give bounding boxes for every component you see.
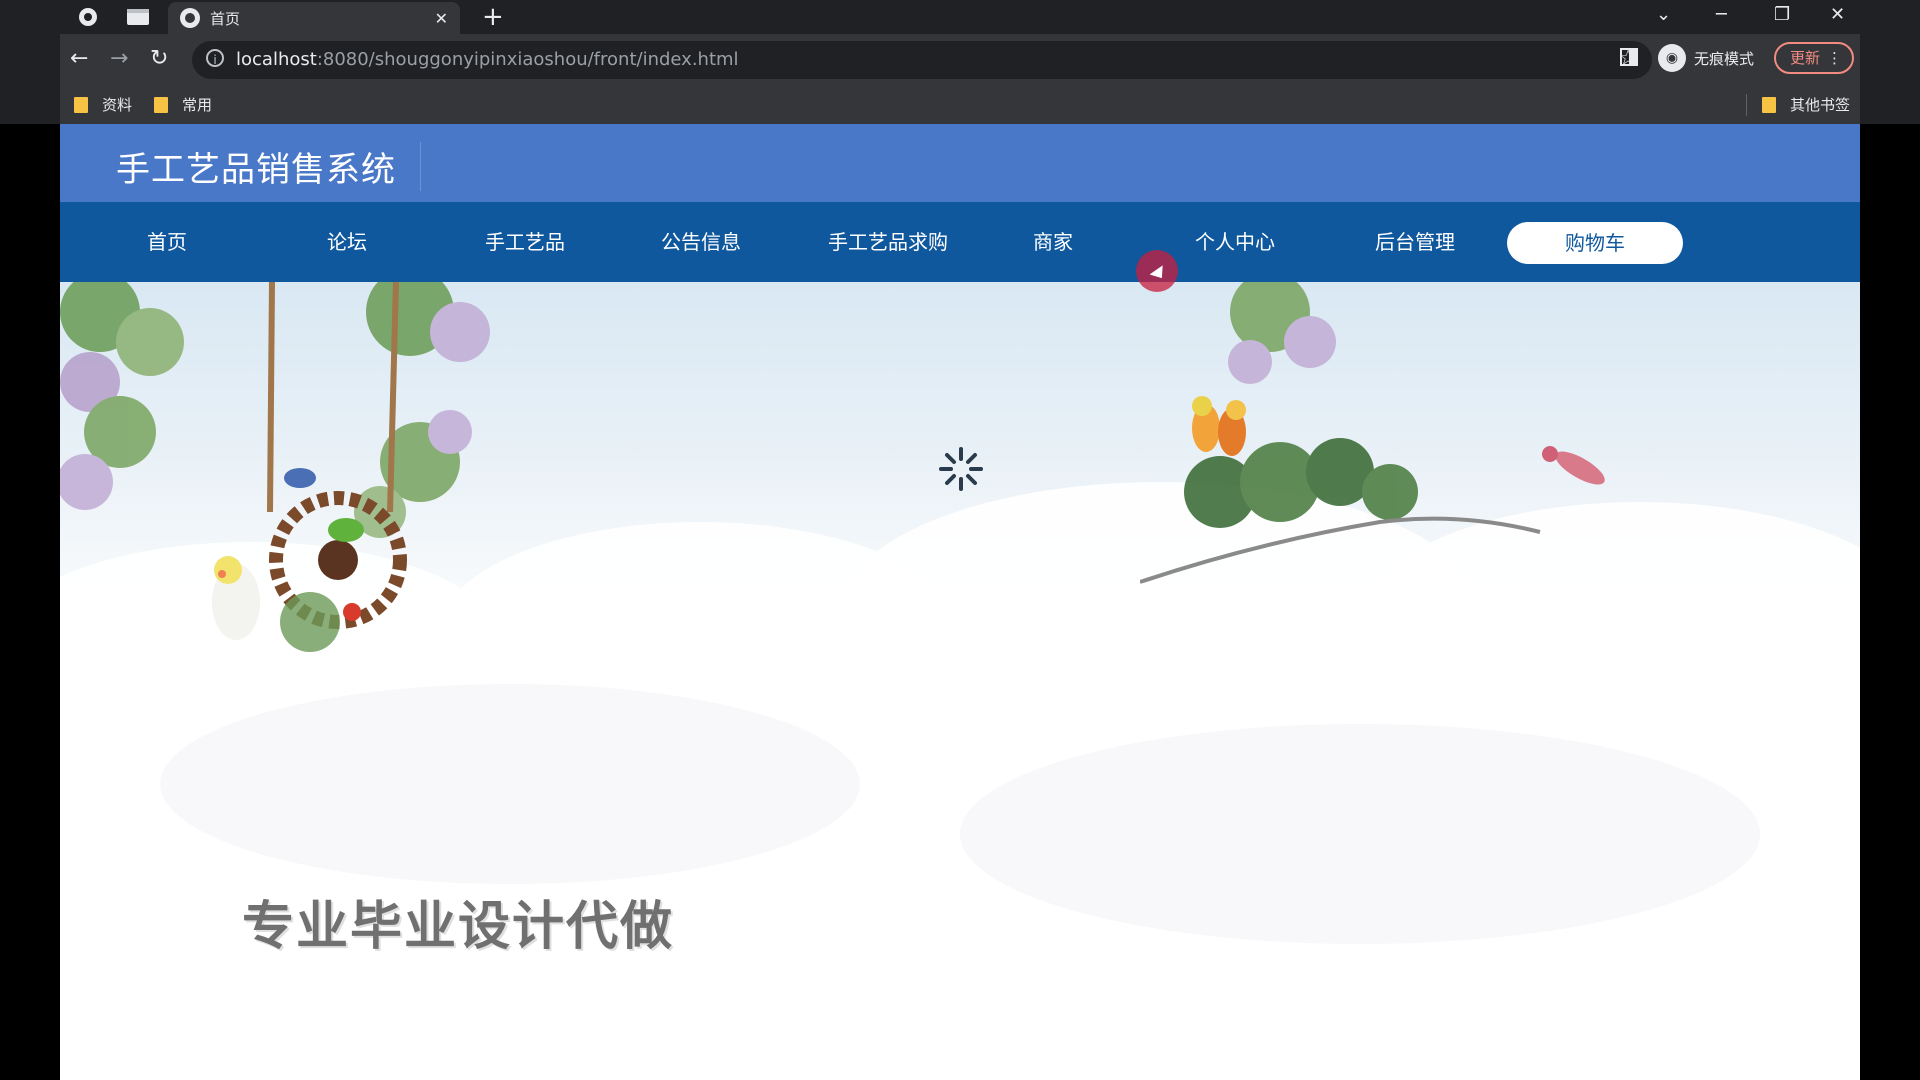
info-icon[interactable]: i [206,49,224,67]
url-text[interactable]: localhost:8080/shouggonyipinxiaoshou/fro… [236,49,739,70]
bookmark-label: 常用 [182,96,213,114]
loading-spinner-icon [939,447,983,491]
browser-menu-icon[interactable] [76,5,100,29]
tab-home[interactable]: 首页 ✕ [168,2,460,34]
parrots-branch-illustration [1140,282,1605,584]
restore-icon[interactable]: ❐ [1774,2,1790,28]
flower-swing-illustration [60,282,490,652]
address-bar[interactable]: i localhost:8080/shouggonyipinxiaoshou/f… [192,41,1652,79]
banner-carousel [60,282,1860,672]
nav-announcements[interactable]: 公告信息 [626,202,776,282]
tab-title: 首页 [210,9,241,28]
bookmark-folder-1[interactable]: 资料 [74,94,132,115]
bookmark-folder-2[interactable]: 常用 [154,94,212,115]
nav-merchants[interactable]: 商家 [978,202,1128,282]
slogan-watermark: 专业毕业设计代做 [242,897,675,957]
nav-craft-requests[interactable]: 手工艺品求购 [803,202,973,282]
tab-strip: 首页 ✕ + ⌄ ─ ❐ ✕ [0,0,1920,34]
incognito-indicator[interactable]: ◉ 无痕模式 [1658,44,1754,72]
more-vert-icon[interactable]: ⋮ [1827,44,1842,72]
close-window-icon[interactable]: ✕ [1830,2,1845,28]
close-icon[interactable]: ✕ [435,9,448,28]
bookmark-label: 其他书签 [1790,96,1851,114]
forward-icon[interactable]: → [110,46,128,72]
browser-toolbar: ← → ↻ i localhost:8080/shouggonyipinxiao… [60,34,1860,86]
side-panel-icon[interactable] [1620,48,1638,66]
nav-forum[interactable]: 论坛 [272,202,422,282]
nav-crafts[interactable]: 手工艺品 [450,202,600,282]
plus-icon[interactable]: + [482,2,504,32]
web-page: 手工艺品销售系统 首页 论坛 手工艺品 公告信息 手工艺品求购 商家 个人中心 … [60,124,1860,1080]
folder-icon [154,96,168,113]
cart-button[interactable]: 购物车 [1507,222,1683,264]
fog-shape [960,724,1760,944]
chevron-down-icon[interactable]: ⌄ [1656,2,1671,28]
update-button[interactable]: 更新 ⋮ [1774,42,1854,74]
update-label: 更新 [1790,49,1821,67]
tab-search-icon[interactable] [126,5,150,29]
bookmarks-divider [1746,94,1747,116]
folder-icon [1762,96,1776,113]
fog-shape [160,684,860,884]
nav-profile[interactable]: 个人中心 [1160,202,1310,282]
nav-admin[interactable]: 后台管理 [1340,202,1490,282]
folder-icon [74,96,88,113]
minimize-icon[interactable]: ─ [1716,2,1727,28]
bookmark-label: 资料 [102,96,133,114]
site-title: 手工艺品销售系统 [116,142,421,191]
back-icon[interactable]: ← [70,46,88,72]
site-header: 手工艺品销售系统 [60,124,1860,202]
other-bookmarks[interactable]: 其他书签 [1762,94,1850,115]
incognito-label: 无痕模式 [1694,49,1755,68]
reload-icon[interactable]: ↻ [150,46,168,72]
main-nav: 首页 论坛 手工艺品 公告信息 手工艺品求购 商家 个人中心 后台管理 购物车 [60,202,1860,282]
incognito-icon: ◉ [1658,44,1686,72]
bookmarks-bar: 资料 常用 其他书签 [60,86,1860,124]
nav-home[interactable]: 首页 [92,202,242,282]
globe-icon [180,8,200,28]
